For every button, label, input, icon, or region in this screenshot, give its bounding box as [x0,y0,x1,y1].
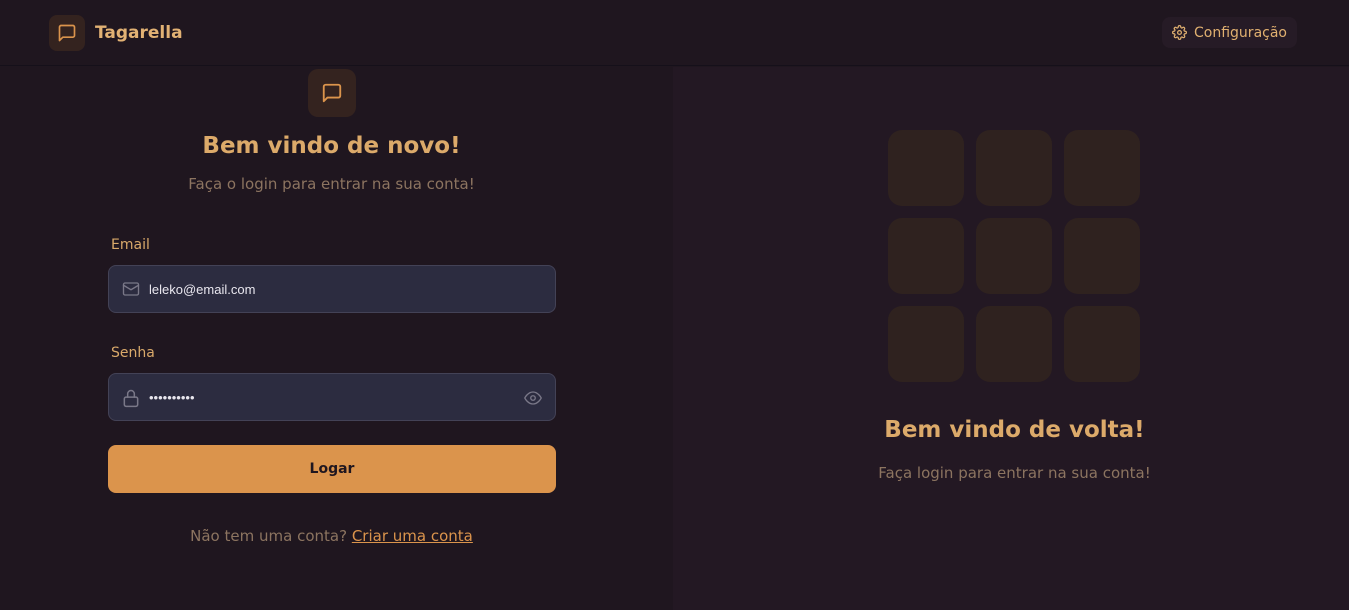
login-panel: Bem vindo de novo! Faça o login para ent… [0,67,673,610]
grid-tile [1064,306,1140,382]
tile-grid [888,130,1140,382]
gear-icon [1172,25,1187,40]
top-bar: Tagarella Configuração [0,0,1349,66]
password-input[interactable] [149,386,509,408]
grid-tile [888,218,964,294]
settings-label: Configuração [1194,24,1287,41]
signup-prompt-text: Não tem uma conta? [190,527,348,545]
grid-tile [1064,130,1140,206]
password-label: Senha [111,345,155,361]
eye-icon[interactable] [523,389,543,407]
mail-icon [122,282,140,296]
grid-tile [976,306,1052,382]
brand[interactable]: Tagarella [49,15,183,51]
chat-bubble-icon [308,69,356,117]
signup-prompt: Não tem uma conta? Criar uma conta [0,527,663,545]
grid-tile [888,306,964,382]
welcome-panel: Bem vindo de volta! Faça login para entr… [673,67,1349,610]
login-button[interactable]: Logar [108,445,556,493]
grid-tile [976,130,1052,206]
create-account-link[interactable]: Criar uma conta [352,527,473,545]
grid-tile [888,130,964,206]
email-input[interactable] [149,278,509,300]
app-name: Tagarella [95,23,183,43]
login-subtitle: Faça o login para entrar na sua conta! [188,175,475,193]
welcome-title: Bem vindo de volta! [884,417,1145,443]
welcome-subtitle: Faça login para entrar na sua conta! [878,464,1151,482]
login-title: Bem vindo de novo! [202,133,461,159]
grid-tile [976,218,1052,294]
chat-bubble-icon [49,15,85,51]
email-field[interactable] [108,265,556,313]
settings-button[interactable]: Configuração [1162,17,1297,48]
password-field[interactable] [108,373,556,421]
grid-tile [1064,218,1140,294]
email-label: Email [111,237,150,253]
lock-icon [123,389,139,408]
